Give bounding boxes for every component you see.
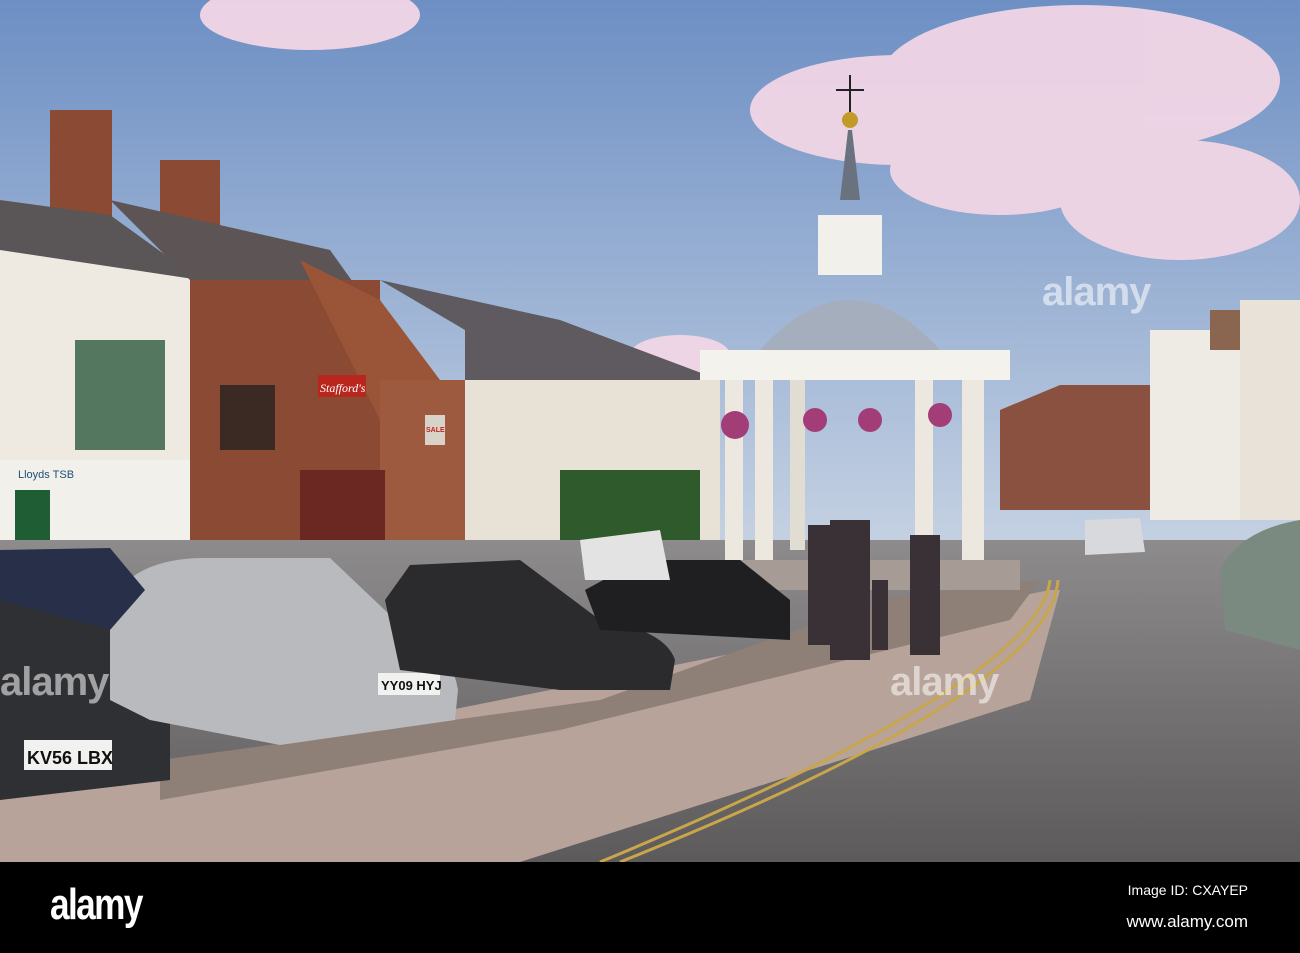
- watermark-right: alamy: [890, 660, 999, 704]
- market-square-photo: Lloyds TSB Stafford's SALE KV56 LBX YY09…: [0, 0, 1300, 862]
- shop-sign: Stafford's: [320, 381, 366, 395]
- watermark-left: alamy: [0, 660, 109, 704]
- image-id: Image ID: CXAYEP: [1127, 882, 1248, 898]
- sale-sign: SALE: [426, 427, 445, 434]
- bank-sign: Lloyds TSB: [18, 469, 74, 481]
- alamy-logo: alamy: [50, 880, 143, 929]
- website-url: www.alamy.com: [1126, 912, 1248, 931]
- plate-renault: KV56 LBX: [27, 748, 113, 768]
- stock-photo: Lloyds TSB Stafford's SALE KV56 LBX YY09…: [0, 0, 1300, 953]
- watermark-top: alamy: [1042, 270, 1151, 314]
- footer-bar: alamy Image ID: CXAYEP www.alamy.com: [0, 862, 1300, 953]
- plate-citroen: YY09 HYJ: [381, 678, 442, 693]
